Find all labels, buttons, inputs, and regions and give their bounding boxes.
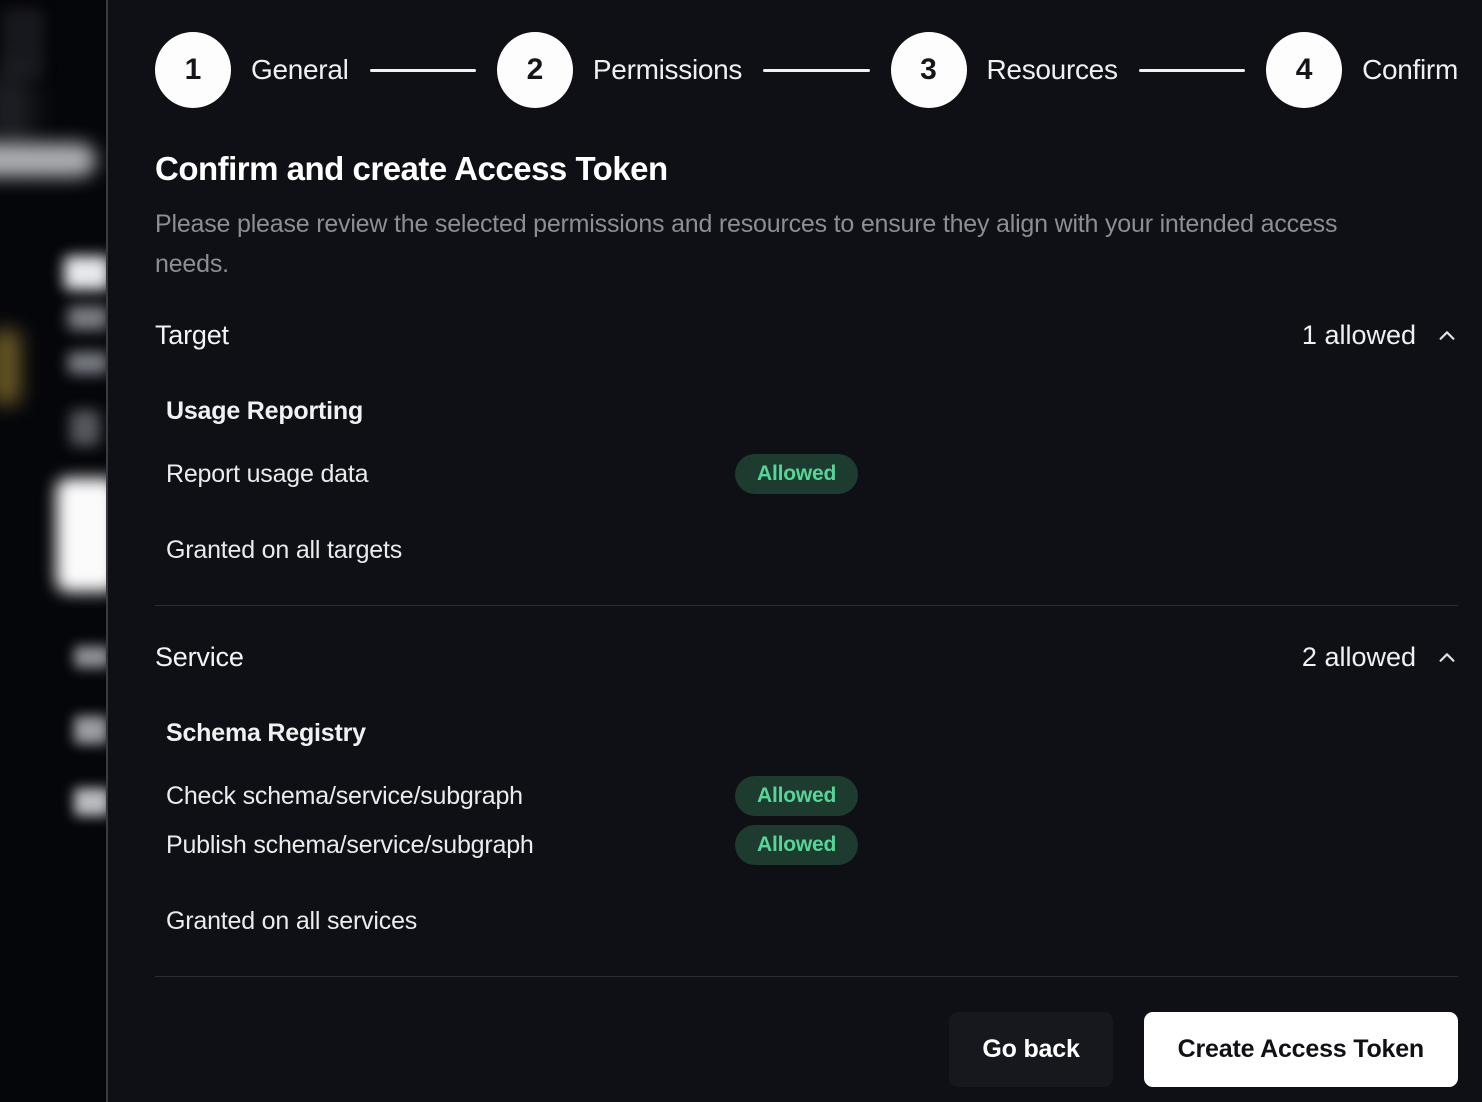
permission-label: Report usage data xyxy=(166,460,735,489)
step-number-circle: 4 xyxy=(1266,32,1342,108)
permission-group-title: Schema Registry xyxy=(166,719,1458,748)
step-general[interactable]: 1 General xyxy=(155,32,349,108)
blurred-shape xyxy=(68,306,106,330)
step-label: Permissions xyxy=(593,54,742,86)
stepper-connector xyxy=(370,69,476,72)
permission-group-title: Usage Reporting xyxy=(166,397,1458,426)
step-number-circle: 1 xyxy=(155,32,231,108)
permission-row: Publish schema/service/subgraph Allowed xyxy=(166,825,1458,865)
blurred-shape xyxy=(64,256,106,290)
chevron-up-icon[interactable] xyxy=(1436,325,1458,347)
step-confirm[interactable]: 4 Confirm xyxy=(1266,32,1458,108)
step-permissions[interactable]: 2 Permissions xyxy=(497,32,742,108)
permission-label: Publish schema/service/subgraph xyxy=(166,831,735,860)
go-back-button[interactable]: Go back xyxy=(949,1012,1112,1087)
permission-row: Report usage data Allowed xyxy=(166,454,1458,494)
status-badge: Allowed xyxy=(735,454,858,494)
blurred-shape xyxy=(68,352,106,374)
step-label: Confirm xyxy=(1362,54,1458,86)
chevron-up-icon[interactable] xyxy=(1436,647,1458,669)
page-title: Confirm and create Access Token xyxy=(155,150,1458,188)
status-badge: Allowed xyxy=(735,776,858,816)
blurred-shape xyxy=(56,478,106,592)
step-label: Resources xyxy=(987,54,1118,86)
stepper-connector xyxy=(1139,69,1245,72)
section-title: Target xyxy=(155,320,229,351)
blurred-shape xyxy=(74,788,106,816)
status-badge: Allowed xyxy=(735,825,858,865)
page-description: Please please review the selected permis… xyxy=(155,204,1395,284)
footer-actions: Go back Create Access Token xyxy=(155,1012,1458,1087)
blurred-shape xyxy=(0,330,20,404)
step-label: General xyxy=(251,54,349,86)
granted-note: Granted on all targets xyxy=(155,536,1458,565)
blurred-shape xyxy=(2,8,44,78)
section-service-header[interactable]: Service 2 allowed xyxy=(155,642,1458,673)
stepper: 1 General 2 Permissions 3 Resources 4 Co… xyxy=(155,32,1458,108)
step-number-circle: 3 xyxy=(891,32,967,108)
allowed-count-label: 1 allowed xyxy=(1302,320,1416,351)
allowed-count: 2 allowed xyxy=(1302,642,1458,673)
permission-row: Check schema/service/subgraph Allowed xyxy=(166,776,1458,816)
section-divider xyxy=(155,605,1458,606)
blurred-shape xyxy=(74,716,106,744)
blurred-shape xyxy=(74,646,106,668)
granted-note: Granted on all services xyxy=(155,907,1458,936)
allowed-count-label: 2 allowed xyxy=(1302,642,1416,673)
step-resources[interactable]: 3 Resources xyxy=(891,32,1118,108)
step-number-circle: 2 xyxy=(497,32,573,108)
section-target-header[interactable]: Target 1 allowed xyxy=(155,320,1458,351)
footer-divider xyxy=(155,976,1458,977)
blurred-shape xyxy=(70,410,100,446)
blurred-shape xyxy=(0,70,32,150)
permission-label: Check schema/service/subgraph xyxy=(166,782,735,811)
section-service: Service 2 allowed Schema Registry Check … xyxy=(155,642,1458,977)
section-target: Target 1 allowed Usage Reporting Report … xyxy=(155,320,1458,606)
blurred-shape xyxy=(0,143,96,177)
stepper-connector xyxy=(763,69,869,72)
section-title: Service xyxy=(155,642,244,673)
allowed-count: 1 allowed xyxy=(1302,320,1458,351)
create-access-token-button[interactable]: Create Access Token xyxy=(1144,1012,1458,1087)
page-backdrop xyxy=(0,0,106,1102)
create-access-token-panel: 1 General 2 Permissions 3 Resources 4 Co… xyxy=(106,0,1482,1102)
